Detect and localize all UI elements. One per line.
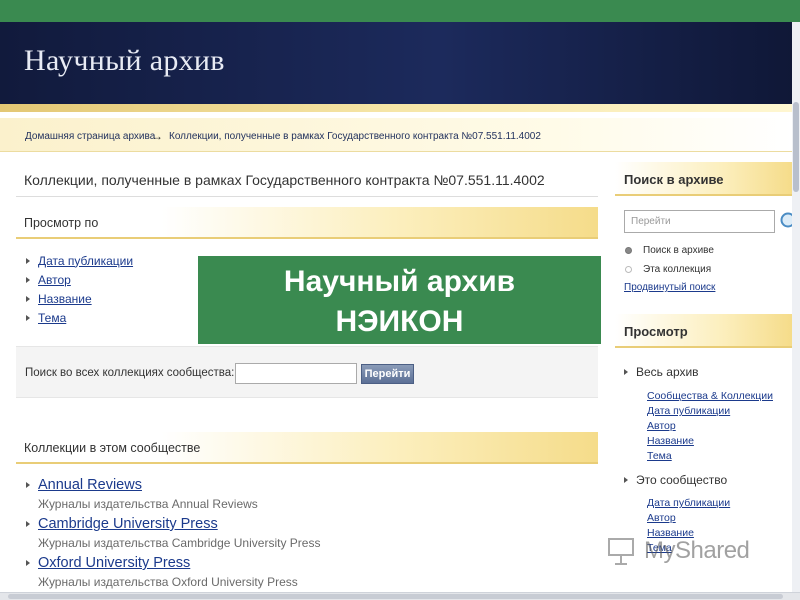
scrollbar-thumb[interactable]	[793, 102, 799, 192]
page-title: Коллекции, полученные в рамках Государст…	[16, 162, 598, 197]
bullet-arrow-icon	[624, 477, 628, 483]
overlay-title: Научный архив	[283, 265, 516, 298]
site-title[interactable]: Научный архив	[24, 44, 225, 78]
sidebar-link-subject[interactable]: Тема	[647, 450, 672, 462]
bullet-arrow-icon	[26, 257, 30, 264]
bullet-arrow-icon	[26, 482, 30, 488]
list-item: Cambridge University Press Журналы издат…	[26, 514, 596, 553]
sidebar-group-all-links: Сообщества & Коллекции Дата публикации А…	[647, 389, 773, 464]
bullet-arrow-icon	[26, 276, 30, 283]
community-search-label: Поиск во всех коллекциях сообщества:	[25, 367, 235, 379]
list-item: Oxford University Press Журналы издатель…	[26, 553, 596, 592]
browse-link-subject[interactable]: Тема	[38, 311, 66, 325]
sidebar-link-date[interactable]: Дата публикации	[647, 497, 730, 509]
community-search-button[interactable]: Перейти	[361, 364, 414, 384]
overlay-subtitle: НЭИКОН	[335, 305, 464, 338]
bullet-arrow-icon	[26, 295, 30, 302]
horizontal-scrollbar[interactable]	[0, 592, 800, 600]
breadcrumb-arrow-icon: →	[151, 129, 163, 143]
list-item: Автор	[26, 270, 133, 289]
header-divider	[0, 104, 800, 112]
breadcrumb-current[interactable]: Коллекции, полученные в рамках Государст…	[169, 131, 541, 142]
radio-label: Эта коллекция	[643, 264, 712, 275]
sidebar: Поиск в архиве Перейти Поиск в архиве Эт…	[615, 162, 800, 592]
sidebar-browse-heading: Просмотр	[615, 314, 792, 348]
collection-link-annual-reviews[interactable]: Annual Reviews	[38, 477, 142, 493]
breadcrumb-home-link[interactable]: Домашняя страница архива	[25, 131, 155, 142]
watermark-text: MyShared	[644, 537, 750, 564]
sidebar-link-date[interactable]: Дата публикации	[647, 405, 730, 417]
scrollbar-thumb[interactable]	[8, 594, 783, 599]
sidebar-search-input[interactable]: Перейти	[624, 210, 775, 233]
browse-by-list: Дата публикации Автор Название Тема	[26, 251, 133, 327]
collections-list: Annual Reviews Журналы издательства Annu…	[26, 475, 596, 592]
community-search-box: Поиск во всех коллекциях сообщества: Пер…	[16, 346, 598, 398]
community-search-input[interactable]	[235, 363, 357, 384]
overlay-banner: Научный архив НЭИКОН	[198, 256, 601, 344]
collection-link-oxford[interactable]: Oxford University Press	[38, 555, 190, 571]
top-accent-strip	[0, 0, 800, 22]
collections-heading: Коллекции в этом сообществе	[16, 432, 598, 464]
bullet-arrow-icon	[624, 369, 628, 375]
collection-link-cambridge[interactable]: Cambridge University Press	[38, 516, 218, 532]
bullet-arrow-icon	[26, 314, 30, 321]
bullet-arrow-icon	[26, 521, 30, 527]
collection-description: Журналы издательства Cambridge Universit…	[38, 536, 321, 550]
browse-link-author[interactable]: Автор	[38, 273, 71, 287]
radio-checked-icon[interactable]	[625, 247, 632, 254]
advanced-search-link[interactable]: Продвинутый поиск	[624, 282, 715, 293]
vertical-scrollbar[interactable]	[792, 22, 800, 592]
sidebar-search-heading: Поиск в архиве	[615, 162, 792, 196]
list-item: Annual Reviews Журналы издательства Annu…	[26, 475, 596, 514]
sidebar-link-author[interactable]: Автор	[647, 512, 676, 524]
radio-search-collection[interactable]: Эта коллекция	[625, 264, 711, 275]
list-item: Тема	[26, 308, 133, 327]
sidebar-link-author[interactable]: Автор	[647, 420, 676, 432]
radio-search-archive[interactable]: Поиск в архиве	[625, 245, 714, 256]
collection-description: Журналы издательства Annual Reviews	[38, 497, 258, 511]
sidebar-group-label: Это сообщество	[636, 473, 728, 487]
collection-description: Журналы издательства Oxford University P…	[38, 575, 298, 589]
sidebar-link-communities[interactable]: Сообщества & Коллекции	[647, 390, 773, 402]
site-header: Научный архив	[0, 22, 800, 104]
list-item: Дата публикации	[26, 251, 133, 270]
sidebar-group-all: Весь архив	[624, 365, 699, 379]
bullet-arrow-icon	[26, 560, 30, 566]
browse-link-date[interactable]: Дата публикации	[38, 254, 133, 268]
radio-label: Поиск в архиве	[643, 245, 714, 256]
presentation-icon	[608, 538, 634, 565]
sidebar-group-label: Весь архив	[636, 365, 699, 379]
watermark: MyShared	[606, 536, 750, 566]
sidebar-group-community: Это сообщество	[624, 473, 727, 487]
radio-unchecked-icon[interactable]	[625, 266, 632, 273]
list-item: Название	[26, 289, 133, 308]
browse-link-title[interactable]: Название	[38, 292, 92, 306]
sidebar-link-title[interactable]: Название	[647, 435, 694, 447]
browse-by-heading: Просмотр по	[16, 207, 598, 239]
breadcrumb: Домашняя страница архива → Коллекции, по…	[0, 118, 792, 152]
